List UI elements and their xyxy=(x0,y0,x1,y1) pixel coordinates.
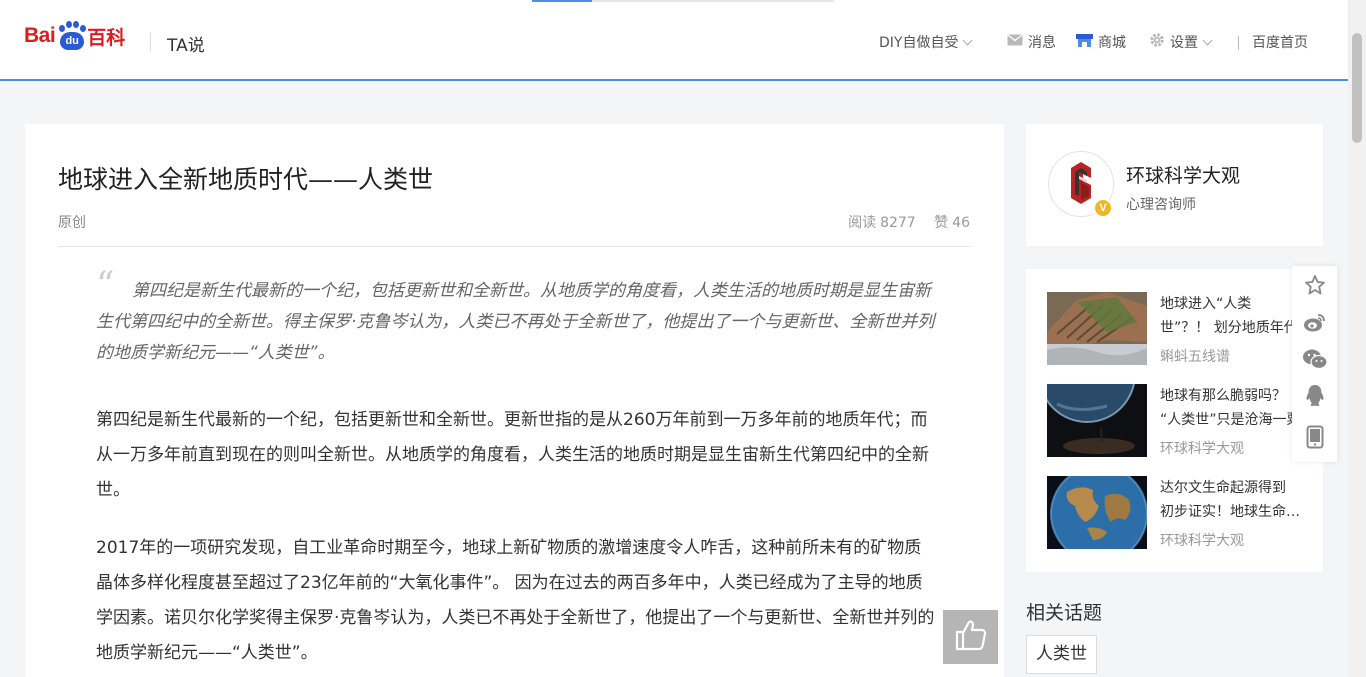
topic-tag[interactable]: 人类世 xyxy=(1026,635,1097,674)
settings-menu[interactable]: 设置 xyxy=(1149,32,1213,52)
rec-title-line: 地球有那么脆弱吗？ xyxy=(1160,388,1286,404)
reads-label: 阅读 xyxy=(848,215,877,231)
author-name[interactable]: 环球科学大观 xyxy=(1126,161,1240,188)
rec-title: 达尔文生命起源得到 初步证实！地球生命起源 xyxy=(1160,476,1308,524)
user-menu[interactable]: DIY自做自受 xyxy=(879,32,973,52)
article-thumbnail xyxy=(1047,292,1147,365)
reading-progress-bar xyxy=(532,0,834,2)
share-sidebar xyxy=(1292,266,1337,462)
title-divider xyxy=(58,246,971,247)
article-thumbnail xyxy=(1047,384,1147,457)
logo-paw-text: du xyxy=(60,32,85,50)
settings-label: 设置 xyxy=(1170,35,1198,51)
top-header: Bai du 百科 TA说 DIY自做自受 消息 商城 设置 百度首页 xyxy=(0,0,1348,81)
verified-badge: V xyxy=(1093,198,1113,218)
chevron-down-icon xyxy=(963,35,973,45)
likes-count: 46 xyxy=(952,215,970,231)
weibo-icon[interactable] xyxy=(1302,309,1328,335)
article-stats: 阅读 8277 赞 46 xyxy=(844,212,970,232)
likes-label: 赞 xyxy=(934,215,949,231)
rec-source: 蝌蚪五线谱 xyxy=(1160,349,1230,365)
list-item[interactable]: 地球有那么脆弱吗？ “人类世”只是沧海一粟 环球科学大观 xyxy=(1047,384,1307,459)
author-card: V 环球科学大观 心理咨询师 xyxy=(1026,124,1323,246)
wechat-icon[interactable] xyxy=(1302,346,1328,372)
reads-count: 8277 xyxy=(880,215,916,231)
mall-label: 商城 xyxy=(1098,35,1126,51)
home-label: 百度首页 xyxy=(1252,35,1308,51)
rec-title-line: 地球进入“人类 xyxy=(1160,296,1252,312)
recommended-articles: 地球进入“人类 世”？！ 划分地质年代 蝌蚪五线谱 地球有那么脆弱吗？ “人类世… xyxy=(1026,269,1323,572)
favorite-star-icon[interactable] xyxy=(1302,272,1328,298)
quote-icon: “ xyxy=(96,265,115,306)
related-topics-heading: 相关话题 xyxy=(1026,602,1103,624)
rec-title-line: 世”？！ 划分地质年代 xyxy=(1160,320,1298,336)
gear-icon xyxy=(1149,32,1165,52)
mall-link[interactable]: 商城 xyxy=(1076,32,1126,52)
author-avatar[interactable]: V xyxy=(1048,151,1114,218)
article-paragraph: 第四纪是新生代最新的一个纪，包括更新世和全新世。更新世指的是从260万年前到一万… xyxy=(96,410,929,500)
rec-source: 环球科学大观 xyxy=(1160,441,1244,457)
scrollbar-thumb[interactable] xyxy=(1352,33,1362,143)
mobile-phone-icon[interactable] xyxy=(1302,424,1328,450)
store-icon xyxy=(1076,33,1093,51)
rec-source: 环球科学大观 xyxy=(1160,533,1244,549)
author-title: 心理咨询师 xyxy=(1126,197,1196,213)
nav-divider xyxy=(1238,36,1239,50)
page-scrollbar[interactable] xyxy=(1348,0,1366,677)
qq-icon[interactable] xyxy=(1302,383,1328,409)
thumbs-up-icon xyxy=(954,619,988,655)
like-button[interactable] xyxy=(943,610,998,664)
rec-title-line: 初步证实！地球生命起源 xyxy=(1160,504,1308,520)
chevron-down-icon xyxy=(1202,35,1213,45)
rec-title: 地球有那么脆弱吗？ “人类世”只是沧海一粟 xyxy=(1160,384,1308,432)
quote-text: 第四纪是新生代最新的一个纪，包括更新世和全新世。从地质学的角度看，人类生活的地质… xyxy=(96,281,935,363)
messages-label: 消息 xyxy=(1028,35,1056,51)
article-summary-quote: “ 第四纪是新生代最新的一个纪，包括更新世和全新世。从地质学的角度看，人类生活的… xyxy=(96,268,936,369)
article-card: 地球进入全新地质时代——人类世 原创 阅读 8277 赞 46 “ 第四纪是新生代最… xyxy=(25,124,1004,677)
rec-title: 地球进入“人类 世”？！ 划分地质年代 xyxy=(1160,292,1308,340)
messages-link[interactable]: 消息 xyxy=(1007,32,1056,52)
paw-icon: du xyxy=(56,21,87,51)
logo-divider xyxy=(150,33,151,51)
logo-text: Bai xyxy=(24,24,56,47)
list-item[interactable]: 达尔文生命起源得到 初步证实！地球生命起源 环球科学大观 xyxy=(1047,476,1308,551)
baidu-baike-logo[interactable]: Bai du 百科 xyxy=(24,16,125,56)
logo-baike-text: 百科 xyxy=(87,26,126,49)
rec-title-line: 达尔文生命起源得到 xyxy=(1160,480,1286,496)
section-label[interactable]: TA说 xyxy=(167,31,205,56)
article-title: 地球进入全新地质时代——人类世 xyxy=(58,165,434,194)
baidu-home-link[interactable]: 百度首页 xyxy=(1252,32,1308,52)
original-tag: 原创 xyxy=(58,215,86,231)
username: DIY自做自受 xyxy=(879,35,959,51)
article-thumbnail xyxy=(1047,476,1147,549)
article-paragraph: 2017年的一项研究发现，自工业革命时期至今，地球上新矿物质的激增速度令人咋舌，… xyxy=(96,538,935,663)
envelope-icon xyxy=(1007,34,1023,50)
list-item[interactable]: 地球进入“人类 世”？！ 划分地质年代 蝌蚪五线谱 xyxy=(1047,292,1307,367)
rec-title-line: “人类世”只是沧海一粟 xyxy=(1160,412,1301,428)
